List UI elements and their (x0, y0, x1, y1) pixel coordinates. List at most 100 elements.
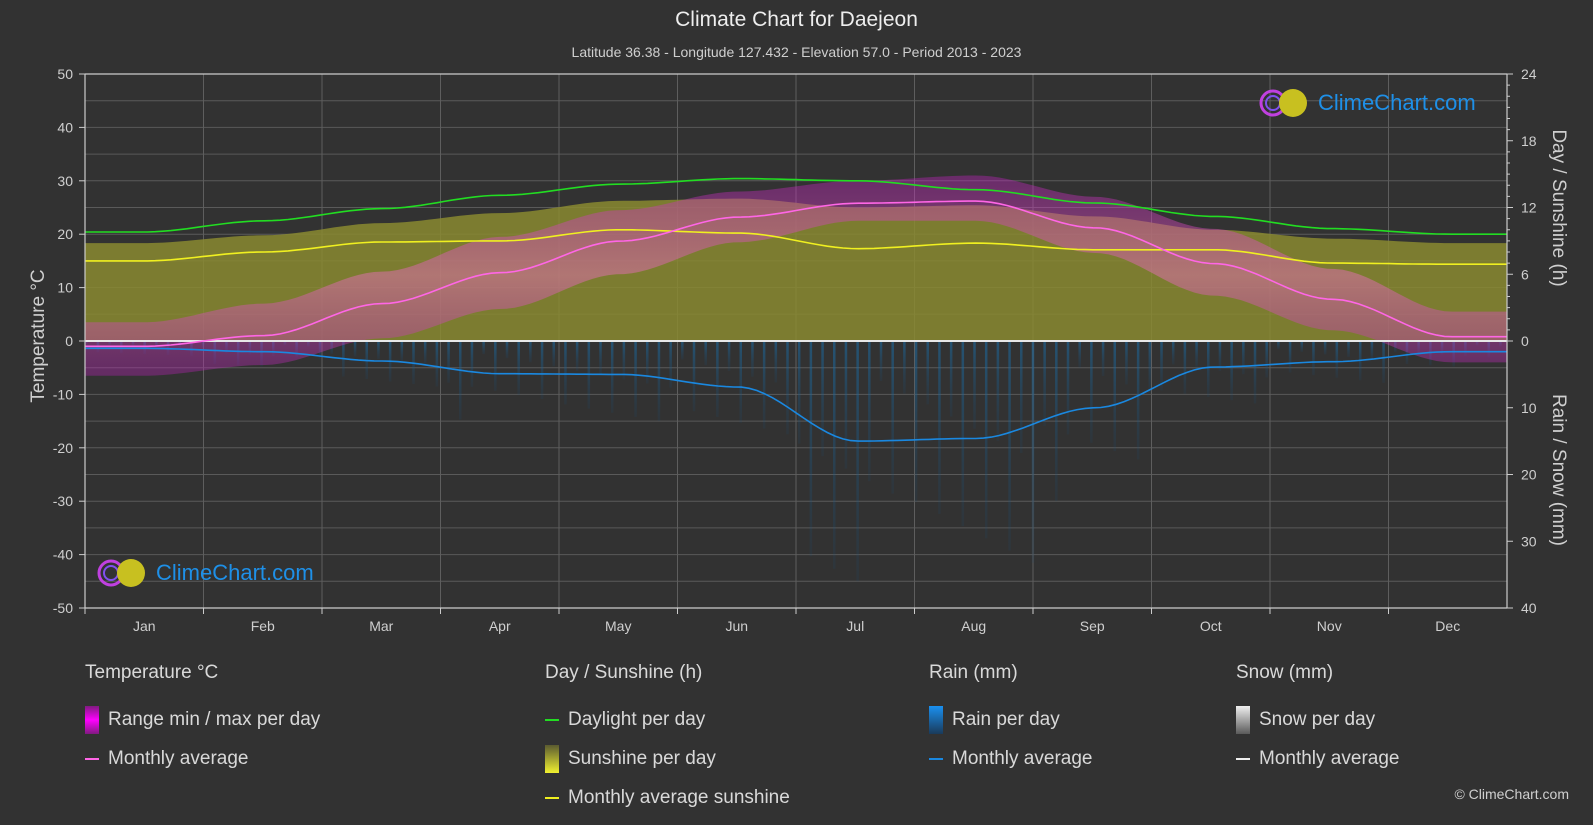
rain-bar (377, 341, 380, 360)
rain-bar (1288, 341, 1292, 373)
right-bottom-tick-label: 20 (1521, 467, 1537, 483)
rain-bar (786, 341, 789, 435)
rain-bar (751, 341, 754, 377)
rain-bar (459, 341, 462, 420)
month-label: Jul (846, 618, 864, 634)
rain-bar (692, 341, 696, 412)
legend-item-sunshine[interactable]: Sunshine per day (545, 739, 790, 778)
magenta-bar-swatch-icon (85, 705, 99, 734)
rain-bar (973, 341, 976, 429)
rain-bar (716, 341, 719, 417)
right-top-tick-label: 24 (1521, 66, 1537, 82)
white-bar-swatch-icon (1236, 705, 1250, 734)
rain-bar (564, 341, 567, 405)
rain-bar (1335, 341, 1339, 378)
rain-bar (739, 341, 743, 423)
rain-bar (353, 341, 357, 357)
rain-bar (552, 341, 556, 367)
month-label: Feb (251, 618, 275, 634)
rain-bar (1101, 341, 1105, 377)
rain-bar (809, 341, 813, 557)
legend-item-rain-avg[interactable]: Monthly average (929, 739, 1092, 778)
left-tick-label: 40 (57, 119, 73, 135)
month-label: Mar (369, 618, 393, 634)
legend-rain: Rain (mm) Rain per day Monthly average (929, 662, 1092, 778)
rain-bar (1253, 341, 1257, 404)
rain-bar (949, 341, 953, 417)
rain-bar (1066, 341, 1070, 435)
rain-bar (1370, 341, 1374, 360)
left-axis-title: Temperature °C (28, 269, 49, 402)
legend-item-temp-range[interactable]: Range min / max per day (85, 700, 320, 739)
watermark-logo-bottom[interactable]: ClimeChart.com (96, 558, 314, 588)
rain-bar (879, 341, 883, 382)
white-line-swatch-icon (1236, 757, 1250, 760)
rain-bar (400, 341, 404, 362)
rain-bar (1265, 341, 1268, 378)
rain-bar (903, 341, 906, 394)
copyright: © ClimeChart.com (1454, 786, 1569, 802)
legend-label: Sunshine per day (568, 747, 716, 769)
legend-label: Monthly average (108, 747, 249, 769)
green-line-swatch-icon (545, 718, 559, 721)
watermark-logo-top[interactable]: ClimeChart.com (1258, 88, 1476, 118)
rain-bar (844, 341, 848, 469)
rain-bar (762, 341, 766, 429)
right-bottom-tick-label: 10 (1521, 400, 1537, 416)
rain-bar (482, 341, 485, 355)
legend-item-temp-avg[interactable]: Monthly average (85, 739, 320, 778)
rain-bar (494, 341, 497, 391)
watermark-text: ClimeChart.com (156, 560, 314, 585)
legend-item-rain[interactable]: Rain per day (929, 700, 1092, 739)
rain-bar (961, 341, 965, 527)
legend-label: Range min / max per day (108, 708, 321, 730)
month-label: Oct (1200, 618, 1222, 634)
rain-bar (868, 341, 871, 482)
rain-bar (774, 341, 778, 383)
legend-label: Monthly average sunshine (568, 786, 790, 808)
left-tick-label: -30 (53, 493, 73, 509)
left-tick-label: 10 (57, 280, 73, 296)
rain-bar (1078, 341, 1081, 368)
rain-bar (1171, 341, 1175, 365)
rain-bar (470, 341, 474, 387)
rain-bar (447, 341, 450, 383)
rain-bar (727, 341, 731, 371)
right-top-tick-label: 6 (1521, 266, 1529, 282)
yellow-bar-swatch-icon (545, 744, 559, 773)
rain-bar (984, 341, 988, 539)
rain-bar (1207, 341, 1210, 397)
legend-item-sunshine-avg[interactable]: Monthly average sunshine (545, 778, 790, 817)
rain-bar (1300, 341, 1304, 352)
legend-temperature: Temperature °C Range min / max per day M… (85, 662, 320, 778)
rain-bar (996, 341, 1000, 441)
rain-bar (704, 341, 707, 366)
rain-bar (926, 341, 930, 405)
rain-bar (517, 341, 520, 395)
left-tick-label: 0 (65, 333, 73, 349)
rain-bar (914, 341, 918, 502)
rain-bar (1148, 341, 1152, 393)
left-tick-label: 50 (57, 66, 73, 82)
pink-line-swatch-icon (85, 757, 99, 760)
rain-bar (1195, 341, 1198, 368)
rain-bar (1031, 341, 1035, 563)
rain-bar (833, 341, 836, 569)
right-top-axis-title: Day / Sunshine (h) (1548, 129, 1569, 286)
right-top-tick-label: 18 (1521, 133, 1537, 149)
month-label: Dec (1435, 618, 1460, 634)
month-label: Nov (1317, 618, 1342, 634)
blue-line-swatch-icon (929, 757, 943, 760)
rain-bar (435, 341, 439, 387)
climechart-logo-icon (1259, 89, 1307, 117)
left-tick-label: 30 (57, 173, 73, 189)
legend-snow: Snow (mm) Snow per day Monthly average (1236, 662, 1399, 778)
month-label: Sep (1080, 618, 1105, 634)
left-tick-label: -50 (53, 600, 73, 616)
legend-item-snow-avg[interactable]: Monthly average (1236, 739, 1399, 778)
left-tick-label: -10 (53, 386, 73, 402)
rain-bar (540, 341, 544, 400)
legend-item-daylight[interactable]: Daylight per day (545, 700, 790, 739)
legend-item-snow[interactable]: Snow per day (1236, 700, 1399, 739)
legend-title: Day / Sunshine (h) (545, 662, 703, 683)
